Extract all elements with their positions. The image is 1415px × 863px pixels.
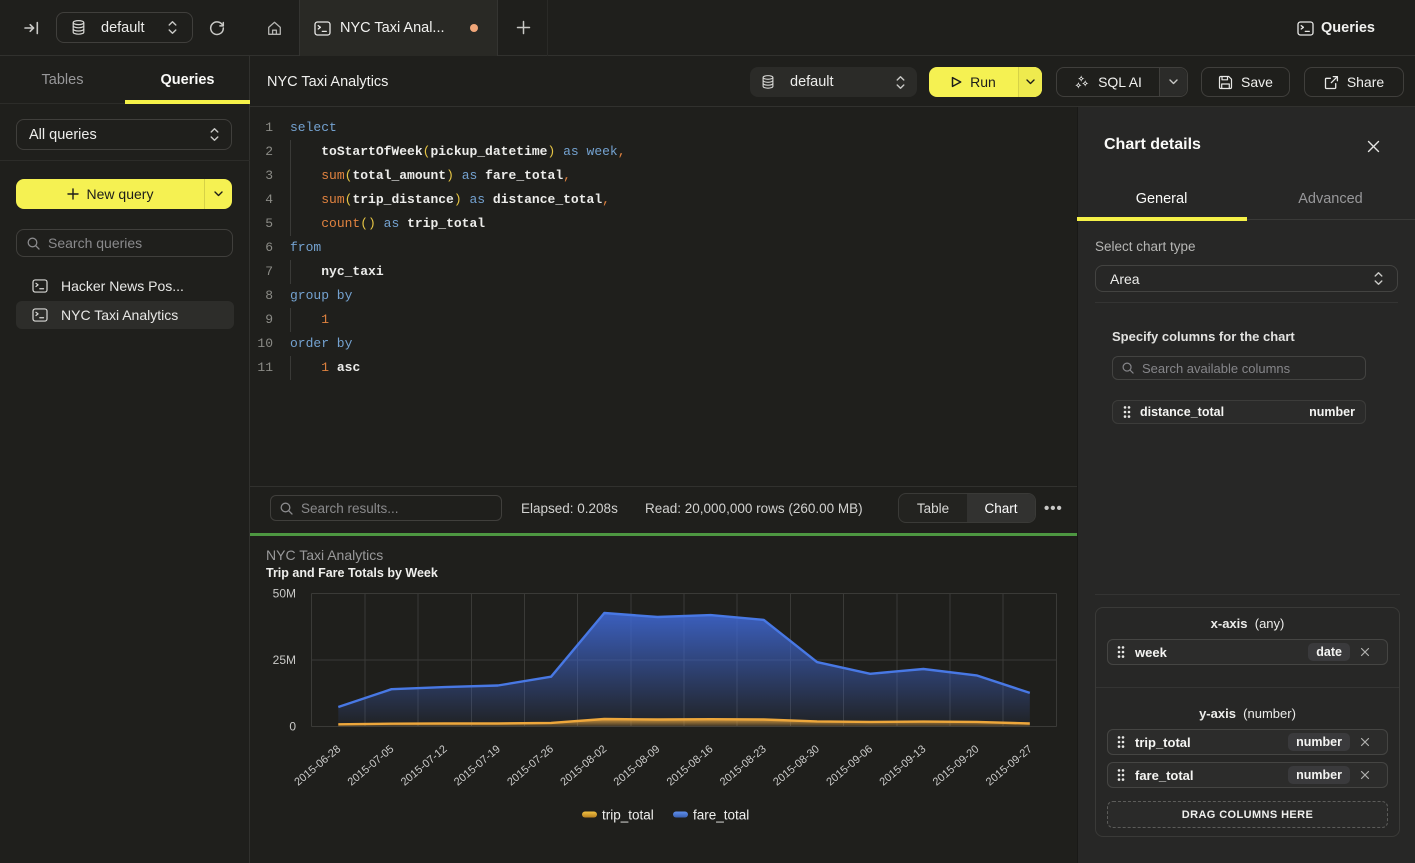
svg-text:50M: 50M <box>273 587 296 601</box>
svg-text:2015-09-20: 2015-09-20 <box>931 743 982 788</box>
svg-text:2015-09-06: 2015-09-06 <box>824 743 875 788</box>
svg-text:2015-09-13: 2015-09-13 <box>878 743 929 788</box>
svg-text:2015-08-30: 2015-08-30 <box>771 743 822 788</box>
svg-text:2015-08-23: 2015-08-23 <box>718 743 769 788</box>
svg-text:0: 0 <box>289 719 296 733</box>
svg-text:2015-07-12: 2015-07-12 <box>399 743 450 788</box>
svg-text:trip_total: trip_total <box>602 808 654 823</box>
svg-text:2015-07-05: 2015-07-05 <box>346 743 397 788</box>
svg-text:2015-07-26: 2015-07-26 <box>505 743 556 788</box>
svg-text:2015-06-28: 2015-06-28 <box>292 743 343 788</box>
svg-text:2015-07-19: 2015-07-19 <box>452 743 503 788</box>
svg-text:2015-08-02: 2015-08-02 <box>558 743 609 788</box>
svg-text:fare_total: fare_total <box>693 808 749 823</box>
svg-text:2015-09-27: 2015-09-27 <box>984 743 1035 788</box>
svg-text:25M: 25M <box>273 653 296 667</box>
svg-text:2015-08-16: 2015-08-16 <box>665 743 716 788</box>
svg-text:2015-08-09: 2015-08-09 <box>612 743 663 788</box>
